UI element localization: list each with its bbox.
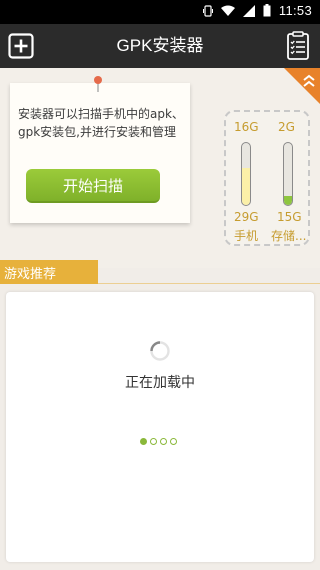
loading-spinner-icon xyxy=(150,341,170,361)
status-icons: 11:53 xyxy=(202,3,312,18)
page-indicator xyxy=(140,438,177,445)
storage-panel[interactable]: 16G 2G 29G 15G 手机 存储... xyxy=(224,110,310,246)
scan-description: 安装器可以扫描手机中的apk、gpk安装包,并进行安装和管理 xyxy=(18,107,184,139)
scan-card: 安装器可以扫描手机中的apk、gpk安装包,并进行安装和管理 开始扫描 xyxy=(10,76,190,223)
status-time: 11:53 xyxy=(278,3,312,18)
pin-icon xyxy=(94,76,102,92)
sd-storage-bar xyxy=(283,142,293,206)
phone-label: 手机 xyxy=(234,229,259,243)
section-divider xyxy=(98,283,320,284)
start-scan-button[interactable]: 开始扫描 xyxy=(26,169,160,203)
phone-free-label: 16G xyxy=(234,120,259,134)
recommendation-card: 正在加载中 xyxy=(6,292,314,562)
page-dot xyxy=(170,438,177,445)
phone-total-label: 29G xyxy=(234,210,259,224)
sd-label: 存储... xyxy=(271,229,307,243)
phone-storage-bar xyxy=(241,142,251,206)
signal-icon xyxy=(242,4,255,17)
collapse-corner-icon[interactable] xyxy=(284,68,320,104)
vibrate-icon xyxy=(202,4,213,17)
battery-icon xyxy=(263,4,271,17)
loading-text: 正在加载中 xyxy=(125,375,195,391)
page-dot xyxy=(140,438,147,445)
sd-storage-fill xyxy=(284,195,292,205)
section-title: 游戏推荐 xyxy=(4,267,57,282)
sd-free-label: 2G xyxy=(278,120,295,134)
phone-storage-fill xyxy=(242,167,250,205)
page-dot xyxy=(150,438,157,445)
sd-total-label: 15G xyxy=(277,210,302,224)
app-bar: GPK安装器 xyxy=(0,24,320,68)
section-tag: 游戏推荐 xyxy=(0,260,98,284)
task-list-icon[interactable] xyxy=(286,31,312,61)
page-dot xyxy=(160,438,167,445)
wifi-icon xyxy=(220,5,235,16)
status-bar: 11:53 xyxy=(0,0,320,24)
app-title: GPK安装器 xyxy=(116,36,204,55)
